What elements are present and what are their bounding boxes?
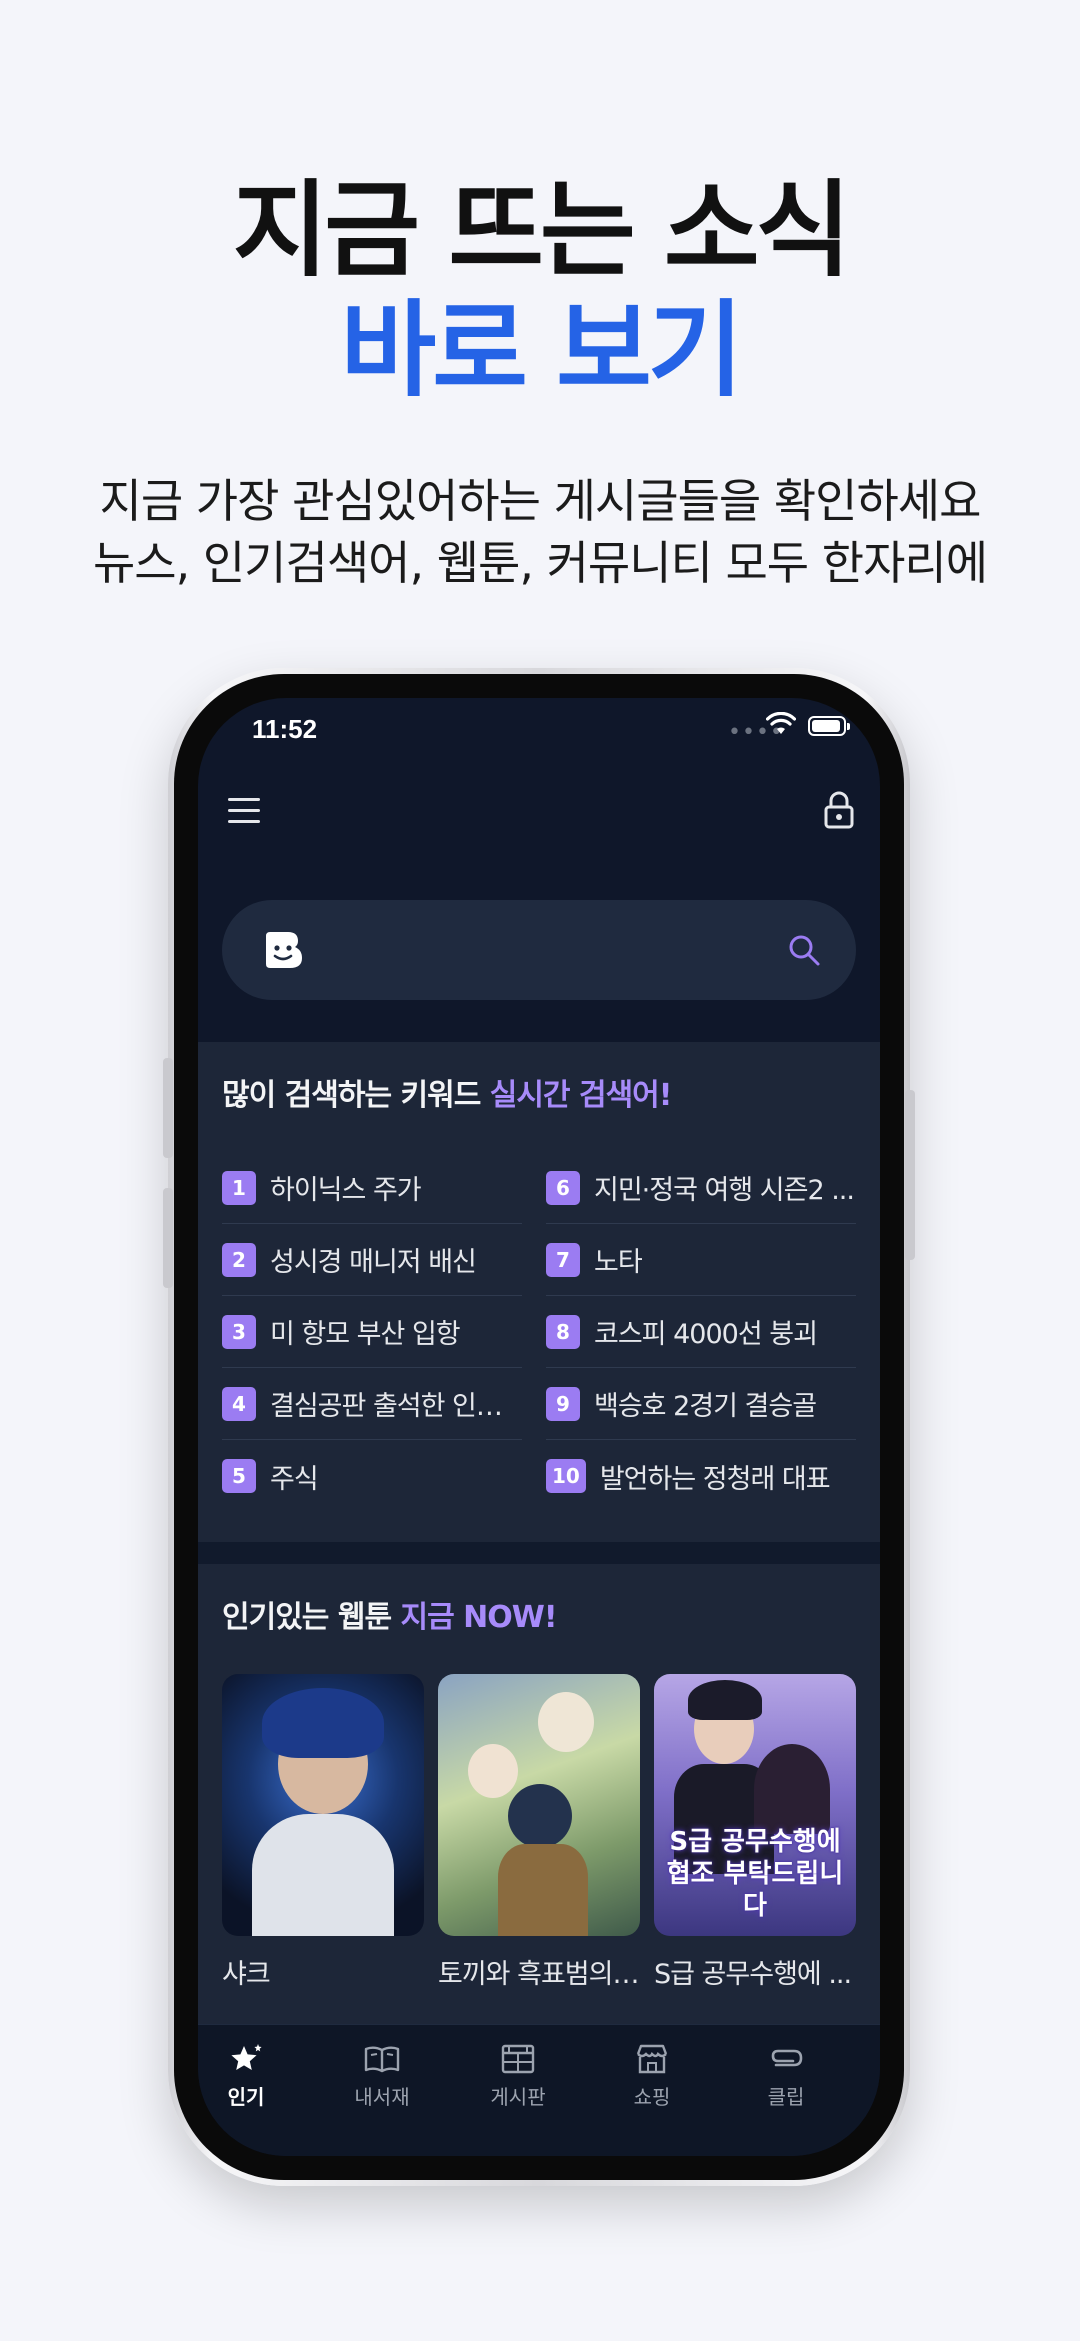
keyword-rank: 4 bbox=[222, 1386, 256, 1421]
phone-power-button bbox=[905, 1090, 915, 1260]
webtoon-card[interactable]: S급 공무수행에 협조 부탁드립니다 S급 공무수행에 ... bbox=[654, 1674, 856, 1991]
promo-description: 지금 가장 관심있어하는 게시글들을 확인하세요 뉴스, 인기검색어, 웹툰, … bbox=[0, 470, 1080, 594]
tab-clip[interactable]: 클립 bbox=[726, 2043, 846, 2110]
section-divider bbox=[198, 1542, 880, 1564]
keyword-rank: 5 bbox=[222, 1459, 256, 1493]
keyword-item[interactable]: 7 노타 bbox=[546, 1224, 856, 1296]
status-time: 11:52 bbox=[252, 714, 318, 744]
keyword-column-left: 1 하이닉스 주가 2 성시경 매니저 배신 3 미 항모 부산 입항 4 결심공판 출… bbox=[222, 1152, 522, 1512]
promo-desc-line2: 뉴스, 인기검색어, 웹툰, 커뮤니티 모두 한자리에 bbox=[92, 536, 988, 590]
tab-board[interactable]: 게시판 bbox=[458, 2043, 578, 2110]
menu-icon[interactable] bbox=[228, 798, 262, 824]
wifi-icon bbox=[766, 712, 796, 734]
star-icon bbox=[231, 2044, 262, 2070]
keyword-text: 코스피 4000선 붕괴 bbox=[594, 1319, 817, 1350]
keyword-text: 지민·정국 여행 시즌2 ... bbox=[594, 1175, 854, 1206]
clip-icon bbox=[771, 2049, 803, 2067]
tab-library[interactable]: 내서재 bbox=[322, 2043, 442, 2110]
keyword-item[interactable]: 10 발언하는 정청래 대표 bbox=[546, 1440, 856, 1512]
keyword-item[interactable]: 2 성시경 매니저 배신 bbox=[222, 1224, 522, 1296]
webtoons-title-highlight: 지금 NOW! bbox=[400, 1600, 558, 1635]
keyword-rank: 10 bbox=[546, 1459, 586, 1493]
keyword-rank: 6 bbox=[546, 1170, 580, 1205]
keyword-text: 결심공판 출석한 인사들 bbox=[270, 1391, 522, 1422]
keyword-rank: 8 bbox=[546, 1314, 580, 1349]
keywords-title-highlight: 실시간 검색어! bbox=[489, 1078, 673, 1113]
board-icon bbox=[501, 2044, 535, 2074]
book-icon bbox=[364, 2046, 400, 2073]
keyword-rank: 9 bbox=[546, 1386, 580, 1421]
shop-icon bbox=[636, 2044, 668, 2074]
search-icon[interactable] bbox=[786, 932, 822, 968]
webtoon-thumbnail bbox=[222, 1674, 424, 1936]
tab-shopping[interactable]: 쇼핑 bbox=[592, 2043, 712, 2110]
webtoon-title: S급 공무수행에 ... bbox=[654, 1959, 852, 1990]
brand-logo-icon bbox=[266, 932, 302, 968]
promo-page: 지금 뜨는 소식 바로 보기 지금 가장 관심있어하는 게시글들을 확인하세요 … bbox=[0, 0, 1080, 2341]
search-bar[interactable] bbox=[222, 900, 856, 1000]
webtoons-title-prefix: 인기있는 웹툰 bbox=[222, 1600, 401, 1635]
phone-volume-down bbox=[163, 1188, 173, 1288]
keyword-rank: 3 bbox=[222, 1314, 256, 1349]
webtoon-title: 토끼와 흑표범의 ... bbox=[438, 1959, 640, 1990]
keyword-rank: 7 bbox=[546, 1242, 580, 1277]
keyword-rank: 1 bbox=[222, 1170, 256, 1205]
webtoon-title: 샤크 bbox=[222, 1959, 271, 1990]
popular-webtoons-section: 인기있는 웹툰 지금 NOW! 샤크 토끼와 흑표범의 ... S급 공무수행에… bbox=[198, 1564, 880, 2024]
keyword-text: 성시경 매니저 배신 bbox=[270, 1247, 476, 1278]
webtoon-thumbnail bbox=[438, 1674, 640, 1936]
keyword-text: 주식 bbox=[270, 1463, 318, 1495]
bottom-tab-bar: 인기 내서재 게시판 쇼핑 클립 bbox=[198, 2024, 880, 2156]
promo-desc-line1: 지금 가장 관심있어하는 게시글들을 확인하세요 bbox=[99, 474, 982, 528]
promo-subtitle: 바로 보기 bbox=[340, 289, 744, 411]
tab-popular[interactable]: 인기 bbox=[198, 2043, 306, 2110]
keyword-text: 미 항모 부산 입항 bbox=[270, 1319, 460, 1350]
keyword-text: 하이닉스 주가 bbox=[270, 1175, 421, 1206]
tab-label: 클립 bbox=[767, 2085, 805, 2109]
tab-label: 쇼핑 bbox=[633, 2085, 671, 2109]
keyword-item[interactable]: 9 백승호 2경기 결승골 bbox=[546, 1368, 856, 1440]
webtoons-section-title: 인기있는 웹툰 지금 NOW! bbox=[222, 1592, 558, 1636]
keywords-title-prefix: 많이 검색하는 키워드 bbox=[222, 1078, 490, 1113]
phone-volume-up bbox=[163, 1058, 173, 1158]
tab-label: 내서재 bbox=[354, 2085, 410, 2109]
battery-icon bbox=[808, 716, 850, 736]
keyword-text: 백승호 2경기 결승골 bbox=[594, 1391, 817, 1422]
webtoon-thumbnail: S급 공무수행에 협조 부탁드립니다 bbox=[654, 1674, 856, 1936]
realtime-keywords-section: 많이 검색하는 키워드 실시간 검색어! 1 하이닉스 주가 2 성시경 매니저 배… bbox=[198, 1042, 880, 1542]
keywords-section-title: 많이 검색하는 키워드 실시간 검색어! bbox=[222, 1070, 673, 1114]
webtoon-card[interactable]: 토끼와 흑표범의 ... bbox=[438, 1674, 640, 1991]
keyword-item[interactable]: 6 지민·정국 여행 시즌2 ... bbox=[546, 1152, 856, 1224]
keyword-text: 발언하는 정청래 대표 bbox=[599, 1463, 830, 1495]
promo-title: 지금 뜨는 소식 bbox=[232, 169, 852, 291]
app-screen: 11:52 •••• 많이 검색하는 키워드 실시간 검색어! 1 하이닉스 주… bbox=[198, 698, 880, 2156]
keyword-item[interactable]: 4 결심공판 출석한 인사들 bbox=[222, 1368, 522, 1440]
tab-label: 인기 bbox=[227, 2085, 265, 2109]
webtoon-cover-title: S급 공무수행에 협조 부탁드립니다 bbox=[666, 1827, 844, 1921]
keyword-item[interactable]: 5 주식 bbox=[222, 1440, 522, 1512]
webtoon-card[interactable]: 샤크 bbox=[222, 1674, 424, 1991]
lock-icon[interactable] bbox=[822, 790, 856, 830]
keyword-item[interactable]: 8 코스피 4000선 붕괴 bbox=[546, 1296, 856, 1368]
keyword-column-right: 6 지민·정국 여행 시즌2 ... 7 노타 8 코스피 4000선 붕괴 9 백승호… bbox=[546, 1152, 856, 1512]
keyword-text: 노타 bbox=[594, 1247, 642, 1278]
keyword-rank: 2 bbox=[222, 1242, 256, 1277]
tab-label: 게시판 bbox=[490, 2085, 546, 2109]
keyword-item[interactable]: 1 하이닉스 주가 bbox=[222, 1152, 522, 1224]
keyword-item[interactable]: 3 미 항모 부산 입항 bbox=[222, 1296, 522, 1368]
